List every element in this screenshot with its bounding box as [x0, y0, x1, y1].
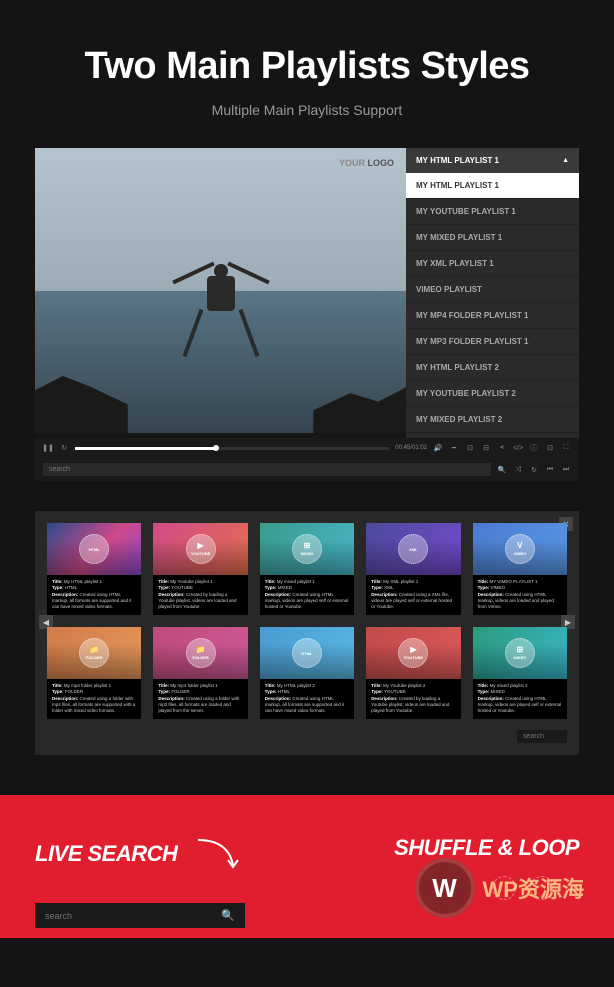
- playlist-items: MY HTML PLAYLIST 1MY YOUTUBE PLAYLIST 1M…: [406, 173, 579, 438]
- card-meta: Title: My mp3 folder playlist 1 Type: FO…: [153, 679, 247, 719]
- playlist-item[interactable]: MY MIXED PLAYLIST 1: [406, 225, 579, 251]
- previous-button[interactable]: ⏮: [545, 465, 555, 475]
- playlist-item[interactable]: MY MP4 FOLDER PLAYLIST 1: [406, 303, 579, 329]
- playlist-item[interactable]: MY XML PLAYLIST 1: [406, 251, 579, 277]
- playlist-card[interactable]: 📁 FOLDER Title: My mp3 folder playlist 1…: [153, 627, 247, 719]
- progress-bar[interactable]: [75, 447, 389, 450]
- card-meta: Title: My HTML playlist 2 Type: HTML Des…: [260, 679, 354, 719]
- shuffle-button[interactable]: ⤨: [513, 465, 523, 475]
- playlist-panel: MY HTML PLAYLIST 1 ▲ MY HTML PLAYLIST 1M…: [406, 148, 579, 438]
- card-meta: Title: My XML playlist 1 Type: XML Descr…: [366, 575, 460, 615]
- card-badge: ▶ YOUTUBE: [186, 534, 216, 564]
- watermark: W WP资源海: [415, 858, 584, 918]
- card-badge: ⊞ MIXED: [505, 638, 535, 668]
- card-badge: 📁 FOLDER: [186, 638, 216, 668]
- rewind-button[interactable]: ↻: [59, 443, 69, 453]
- settings-button[interactable]: ⊟: [481, 443, 491, 453]
- playlist-card[interactable]: 📁 FOLDER Title: My mp4 folder playlist 1…: [47, 627, 141, 719]
- card-badge: ⊞ MIXED: [292, 534, 322, 564]
- pip-button[interactable]: ⊡: [545, 443, 555, 453]
- card-badge: 📁 FOLDER: [79, 638, 109, 668]
- card-badge: HTML: [79, 534, 109, 564]
- brand-logo: YOUR LOGO: [339, 158, 394, 168]
- mute-button[interactable]: 🔊: [433, 443, 443, 453]
- playlist-card[interactable]: XML Title: My XML playlist 1 Type: XML D…: [366, 523, 460, 615]
- player-search-bar: 🔍 ⤨ ↻ ⏮ ⏭: [35, 458, 579, 481]
- search-icon[interactable]: 🔍: [497, 465, 507, 475]
- player-section: YOUR LOGO MY HTML PLAYLIST 1 ▲ MY HTML P…: [35, 148, 579, 481]
- playlist-card[interactable]: HTML Title: My HTML playlist 1 Type: HTM…: [47, 523, 141, 615]
- live-search-title: LIVE SEARCH: [35, 835, 307, 875]
- playlist-item[interactable]: MY HTML PLAYLIST 1: [406, 173, 579, 199]
- playlist-grid-section: ✕ ◀ ▶ HTML Title: My HTML playlist 1 Typ…: [35, 511, 579, 755]
- arrow-icon: [193, 835, 253, 875]
- share-button[interactable]: ⪪: [497, 443, 507, 453]
- search-icon[interactable]: 🔍: [221, 909, 235, 922]
- playlist-item[interactable]: MY HTML PLAYLIST 2: [406, 355, 579, 381]
- card-badge: XML: [398, 534, 428, 564]
- playlist-item[interactable]: MY YOUTUBE PLAYLIST 1: [406, 199, 579, 225]
- chevron-up-icon: ▲: [562, 157, 569, 164]
- playlist-item[interactable]: MY XML PLAYLIST 2: [406, 433, 579, 438]
- embed-button[interactable]: </>: [513, 443, 523, 453]
- card-badge: V VIMEO: [505, 534, 535, 564]
- info-button[interactable]: ⓘ: [529, 443, 539, 453]
- playlist-card[interactable]: ⊞ MIXED Title: My mixed playlist 1 Type:…: [260, 523, 354, 615]
- playlist-card[interactable]: V VIMEO Title: MY VIMEO PLAYLIST 1 Type:…: [473, 523, 567, 615]
- features-section: LIVE SEARCH 🔍 SHUFFLE & LOOP W WP资源海: [0, 795, 614, 938]
- loop-button[interactable]: ↻: [529, 465, 539, 475]
- card-meta: Title: MY VIMEO PLAYLIST 1 Type: VIMEO D…: [473, 575, 567, 615]
- grid-search-input[interactable]: [517, 730, 567, 743]
- playlist-item[interactable]: VIMEO PLAYLIST: [406, 277, 579, 303]
- volume-slider[interactable]: ━: [449, 443, 459, 453]
- live-search-input[interactable]: [45, 911, 221, 921]
- card-meta: Title: My mixed playlist 1 Type: MIXED D…: [260, 575, 354, 615]
- playlist-card[interactable]: ▶ YOUTUBE Title: My Youtube playlist 1 T…: [153, 523, 247, 615]
- video-player[interactable]: YOUR LOGO: [35, 148, 406, 433]
- card-meta: Title: My mp4 folder playlist 1 Type: FO…: [47, 679, 141, 719]
- card-badge: ▶ YOUTUBE: [398, 638, 428, 668]
- pause-button[interactable]: ❚❚: [43, 443, 53, 453]
- page-title: Two Main Playlists Styles: [20, 45, 594, 88]
- page-subtitle: Multiple Main Playlists Support: [20, 102, 594, 118]
- playlist-card[interactable]: HTML Title: My HTML playlist 2 Type: HTM…: [260, 627, 354, 719]
- cc-button[interactable]: ⊡: [465, 443, 475, 453]
- playlist-dropdown-header[interactable]: MY HTML PLAYLIST 1 ▲: [406, 148, 579, 173]
- next-button[interactable]: ⏭: [561, 465, 571, 475]
- player-controls: ❚❚ ↻ 00:45/01:02 🔊 ━ ⊡ ⊟ ⪪ </> ⓘ ⊡ ⛶: [35, 438, 579, 458]
- playlist-card[interactable]: ⊞ MIXED Title: My mixed playlist 2 Type:…: [473, 627, 567, 719]
- card-meta: Title: My Youtube playlist 2 Type: YOUTU…: [366, 679, 460, 719]
- card-badge: HTML: [292, 638, 322, 668]
- playlist-card[interactable]: ▶ YOUTUBE Title: My Youtube playlist 2 T…: [366, 627, 460, 719]
- search-input[interactable]: [43, 463, 491, 476]
- card-meta: Title: My Youtube playlist 1 Type: YOUTU…: [153, 575, 247, 615]
- playlist-item[interactable]: MY MP3 FOLDER PLAYLIST 1: [406, 329, 579, 355]
- playlist-item[interactable]: MY MIXED PLAYLIST 2: [406, 407, 579, 433]
- card-meta: Title: My HTML playlist 1 Type: HTML Des…: [47, 575, 141, 615]
- fullscreen-button[interactable]: ⛶: [561, 443, 571, 453]
- live-search-box: 🔍: [35, 903, 245, 928]
- card-meta: Title: My mixed playlist 2 Type: MIXED D…: [473, 679, 567, 719]
- time-display: 00:45/01:02: [395, 445, 427, 451]
- playlist-item[interactable]: MY YOUTUBE PLAYLIST 2: [406, 381, 579, 407]
